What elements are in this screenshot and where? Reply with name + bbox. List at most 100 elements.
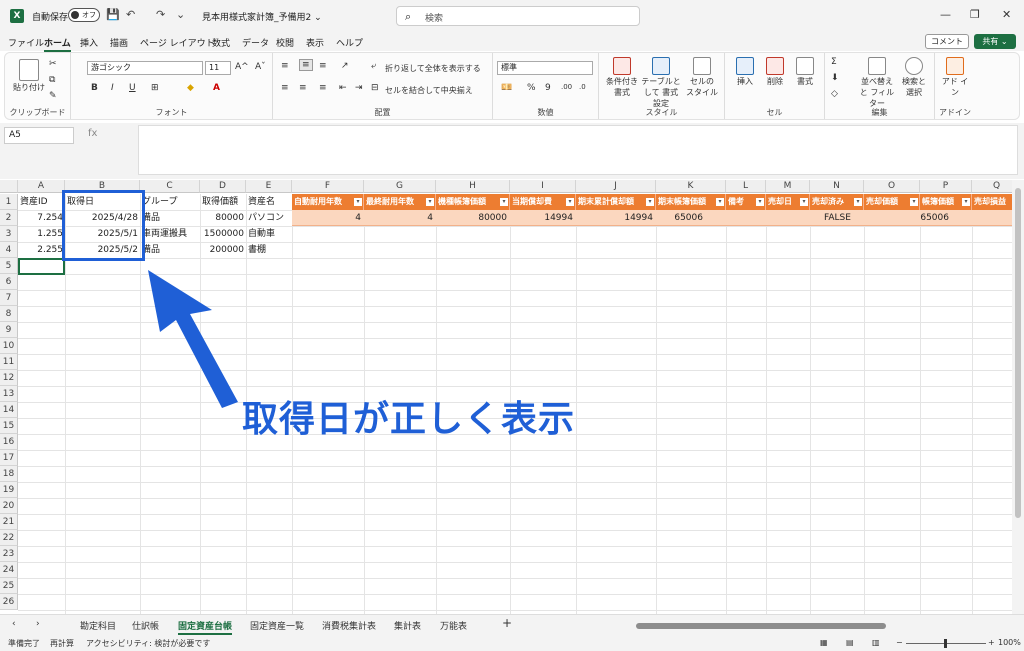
- sheet-tab[interactable]: 消費税集計表: [322, 619, 376, 632]
- filter-dropdown-icon[interactable]: ▾: [910, 198, 918, 206]
- cut-icon[interactable]: ✂: [49, 59, 57, 69]
- table-value-cell[interactable]: 65006: [656, 210, 706, 226]
- table-header-cell[interactable]: 売却日 ▾: [766, 194, 810, 210]
- normal-view-icon[interactable]: ▦: [820, 638, 828, 647]
- row-header[interactable]: 7: [0, 290, 18, 306]
- column-header[interactable]: C: [140, 180, 200, 193]
- sheet-tab-active[interactable]: 固定資産台帳: [178, 619, 233, 635]
- cell-acquired-price[interactable]: 200000: [200, 242, 244, 258]
- column-header[interactable]: L: [726, 180, 766, 193]
- add-sheet-button[interactable]: +: [502, 616, 512, 630]
- tab-home[interactable]: ホーム: [44, 36, 71, 52]
- row-header[interactable]: 18: [0, 466, 18, 482]
- zoom-level[interactable]: 100%: [998, 638, 1021, 647]
- number-format-combo[interactable]: 標準: [497, 61, 593, 75]
- row-header[interactable]: 2: [0, 210, 18, 226]
- table-header-cell[interactable]: 売却価額 ▾: [864, 194, 920, 210]
- name-box[interactable]: A5: [4, 127, 74, 144]
- filter-dropdown-icon[interactable]: ▾: [854, 198, 862, 206]
- column-header[interactable]: J: [576, 180, 656, 193]
- row-header[interactable]: 23: [0, 546, 18, 562]
- merge-center-icon[interactable]: ⊟: [371, 83, 379, 93]
- redo-icon[interactable]: ↷: [156, 8, 165, 21]
- column-header[interactable]: N: [810, 180, 864, 193]
- font-name-combo[interactable]: 游ゴシック: [87, 61, 203, 75]
- next-sheet-icon[interactable]: ›: [36, 619, 40, 629]
- column-header[interactable]: I: [510, 180, 576, 193]
- tab-data[interactable]: データ: [242, 36, 269, 49]
- row-header[interactable]: 1: [0, 194, 18, 210]
- cell-asset-id[interactable]: 1.255: [18, 226, 63, 242]
- column-header[interactable]: O: [864, 180, 920, 193]
- table-value-cell[interactable]: 4: [364, 210, 436, 226]
- prev-sheet-icon[interactable]: ‹: [12, 619, 16, 629]
- cell-asset-name[interactable]: パソコン: [248, 210, 284, 226]
- align-top-icon[interactable]: ≡: [281, 61, 289, 71]
- zoom-out-icon[interactable]: −: [896, 638, 903, 647]
- sheet-tab[interactable]: 固定資産一覧: [250, 619, 304, 632]
- column-header[interactable]: A: [18, 180, 65, 193]
- align-right-icon[interactable]: ≡: [319, 83, 327, 93]
- row-header[interactable]: 8: [0, 306, 18, 322]
- table-header-cell[interactable]: 期末累計償却額 ▾: [576, 194, 656, 210]
- border-icon[interactable]: ⊞: [151, 83, 159, 93]
- filter-dropdown-icon[interactable]: ▾: [962, 198, 970, 206]
- shrink-font-icon[interactable]: Aˇ: [255, 62, 266, 72]
- table-header-cell[interactable]: 自動耐用年数 ▾: [292, 194, 364, 210]
- format-cells-button[interactable]: 書式: [791, 57, 819, 87]
- table-value-cell[interactable]: 14994: [576, 210, 656, 226]
- cell-asset-name[interactable]: 書棚: [248, 242, 266, 258]
- row-header[interactable]: 12: [0, 370, 18, 386]
- font-color-icon[interactable]: A: [213, 83, 220, 93]
- table-header-cell[interactable]: 備考 ▾: [726, 194, 766, 210]
- increase-decimal-icon[interactable]: .00: [561, 83, 572, 91]
- active-cell-a5[interactable]: [18, 258, 65, 275]
- addins-button[interactable]: アド イン: [939, 57, 971, 98]
- fx-icon[interactable]: fx: [88, 128, 97, 139]
- column-header[interactable]: D: [200, 180, 246, 193]
- autosum-icon[interactable]: Σ: [831, 57, 837, 67]
- sheet-tab[interactable]: 勘定科目: [80, 619, 116, 632]
- table-header-cell[interactable]: 期末帳簿価額 ▾: [656, 194, 726, 210]
- row-header[interactable]: 9: [0, 322, 18, 338]
- column-header[interactable]: K: [656, 180, 726, 193]
- close-button[interactable]: ✕: [1002, 8, 1011, 21]
- table-header-cell[interactable]: 売却済み ▾: [810, 194, 864, 210]
- grow-font-icon[interactable]: A^: [235, 62, 249, 72]
- row-header[interactable]: 25: [0, 578, 18, 594]
- horizontal-scrollbar[interactable]: [636, 623, 1006, 629]
- header-cell[interactable]: 資産名: [248, 194, 275, 210]
- row-header[interactable]: 11: [0, 354, 18, 370]
- filter-dropdown-icon[interactable]: ▾: [354, 198, 362, 206]
- table-value-cell[interactable]: FALSE: [810, 210, 864, 226]
- sheet-tab[interactable]: 集計表: [394, 619, 421, 632]
- filter-dropdown-icon[interactable]: ▾: [566, 198, 574, 206]
- table-header-cell[interactable]: 最終耐用年数 ▾: [364, 194, 436, 210]
- row-header[interactable]: 3: [0, 226, 18, 242]
- sheet-tab[interactable]: 仕訳帳: [132, 619, 159, 632]
- cell-acquired-price[interactable]: 1500000: [200, 226, 244, 242]
- row-header[interactable]: 21: [0, 514, 18, 530]
- page-layout-view-icon[interactable]: ▤: [846, 638, 854, 647]
- tab-page-layout[interactable]: ページ レイアウト: [140, 36, 215, 49]
- find-select-button[interactable]: 検索と 選択: [899, 57, 929, 98]
- bold-button[interactable]: B: [91, 83, 98, 93]
- row-header[interactable]: 26: [0, 594, 18, 610]
- align-bottom-icon[interactable]: ≡: [319, 61, 327, 71]
- select-all-corner[interactable]: [0, 180, 18, 193]
- table-header-cell[interactable]: 売却損益▾: [972, 194, 1012, 210]
- italic-button[interactable]: I: [111, 83, 114, 93]
- comma-icon[interactable]: 9: [545, 83, 551, 93]
- column-header[interactable]: M: [766, 180, 810, 193]
- comment-button[interactable]: コメント: [925, 34, 969, 49]
- column-header[interactable]: P: [920, 180, 972, 193]
- filter-dropdown-icon[interactable]: ▾: [800, 198, 808, 206]
- font-size-combo[interactable]: 11: [205, 61, 231, 75]
- cell-styles-button[interactable]: セルの スタイル: [685, 57, 719, 98]
- scroll-thumb[interactable]: [636, 623, 886, 629]
- save-icon[interactable]: 💾: [106, 8, 120, 21]
- paste-button[interactable]: 貼り付け: [13, 59, 45, 93]
- clear-icon[interactable]: ◇: [831, 89, 838, 99]
- column-header[interactable]: E: [246, 180, 292, 193]
- insert-cells-button[interactable]: 挿入: [731, 57, 759, 87]
